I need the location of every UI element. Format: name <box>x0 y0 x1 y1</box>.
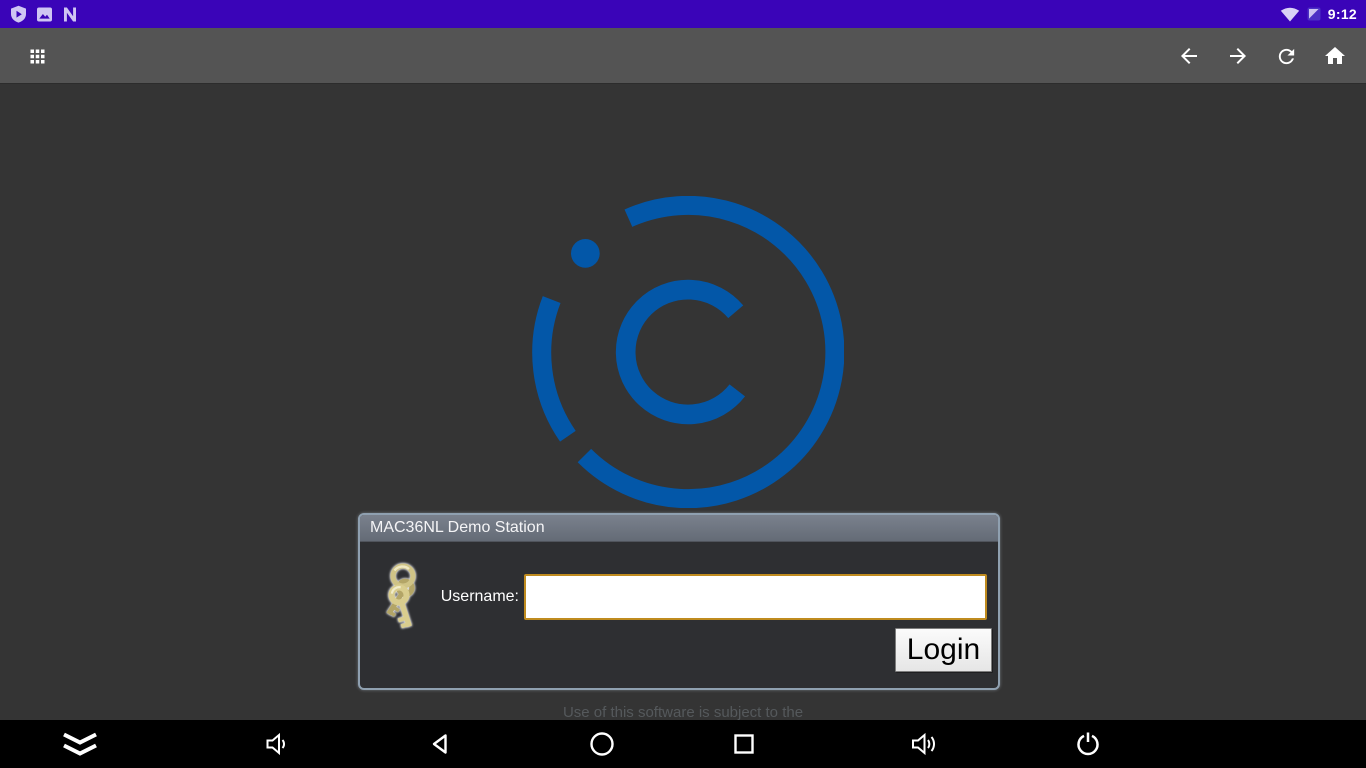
volume-down-button[interactable] <box>253 720 301 768</box>
wifi-icon <box>1280 7 1300 22</box>
android-n-icon <box>62 6 78 23</box>
license-notice: Use of this software is subject to the <box>0 704 1366 720</box>
collapse-navbar-button[interactable] <box>56 720 104 768</box>
gallery-icon <box>36 6 53 23</box>
recents-square-icon <box>733 733 755 755</box>
apps-grid-button[interactable] <box>13 32 61 80</box>
nav-home-button[interactable] <box>578 720 626 768</box>
page-content: MAC36NL Demo Station <box>0 84 1366 720</box>
status-bar-right: 9:12 <box>1280 6 1366 22</box>
back-triangle-icon <box>429 732 451 756</box>
browser-forward-button[interactable] <box>1214 32 1262 80</box>
browser-home-button[interactable] <box>1311 32 1359 80</box>
power-icon <box>1074 730 1102 758</box>
login-button[interactable]: Login <box>895 628 992 672</box>
username-input[interactable] <box>524 574 987 620</box>
arrow-forward-icon <box>1226 44 1250 68</box>
double-chevron-down-icon <box>61 731 99 757</box>
volume-down-icon <box>264 732 290 756</box>
browser-refresh-button[interactable] <box>1262 32 1310 80</box>
refresh-icon <box>1275 45 1298 68</box>
dialog-title: MAC36NL Demo Station <box>360 519 545 537</box>
keys-icon <box>376 561 434 641</box>
home-icon <box>1323 44 1347 68</box>
dialog-title-bar: MAC36NL Demo Station <box>360 515 998 542</box>
username-label: Username: <box>441 575 519 619</box>
home-circle-icon <box>589 731 615 757</box>
status-bar-left <box>0 5 78 23</box>
nav-back-button[interactable] <box>416 720 464 768</box>
browser-back-button[interactable] <box>1165 32 1213 80</box>
power-button[interactable] <box>1064 720 1112 768</box>
arrow-back-icon <box>1177 44 1201 68</box>
play-protect-shield-icon <box>10 5 27 23</box>
login-dialog: MAC36NL Demo Station <box>358 513 1000 690</box>
volume-up-icon <box>910 731 942 757</box>
cellular-icon <box>1307 7 1321 21</box>
screen: 9:12 <box>0 0 1366 768</box>
clock: 9:12 <box>1328 6 1357 22</box>
volume-up-button[interactable] <box>902 720 950 768</box>
brand-logo <box>532 196 844 508</box>
status-bar: 9:12 <box>0 0 1366 28</box>
apps-grid-icon <box>27 46 48 67</box>
nav-recents-button[interactable] <box>720 720 768 768</box>
android-navbar <box>0 720 1366 768</box>
browser-toolbar <box>0 28 1366 84</box>
